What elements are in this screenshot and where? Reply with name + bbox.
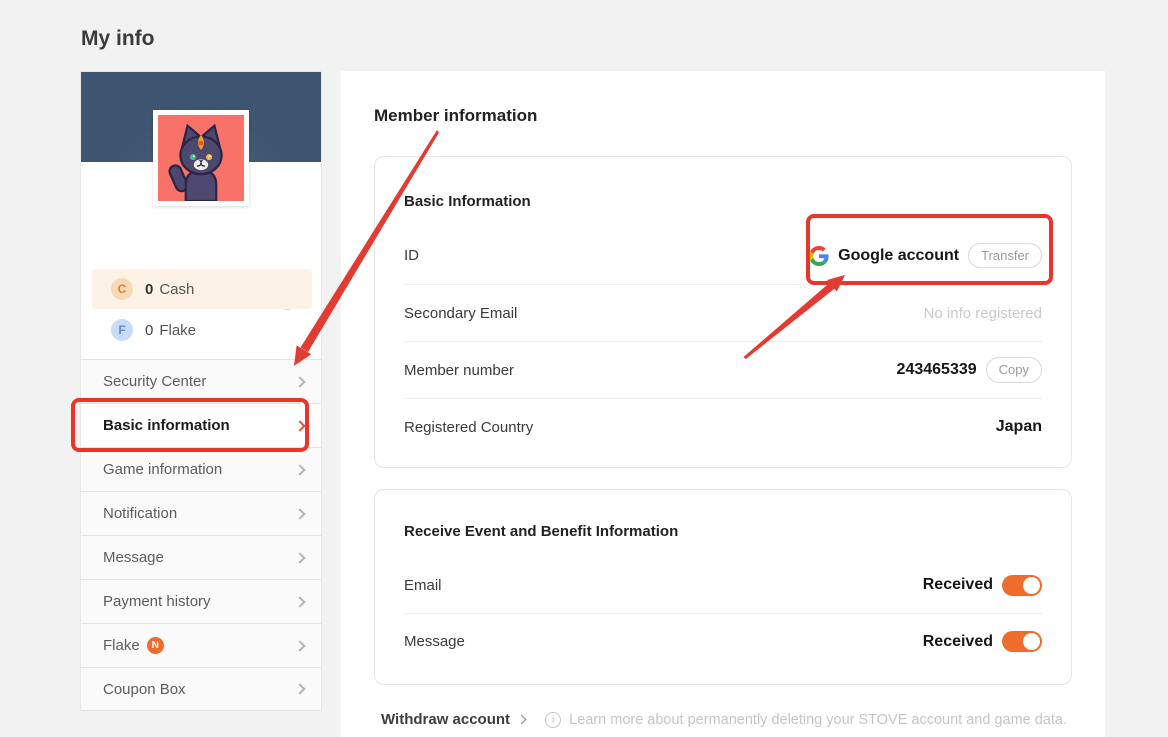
member-number-label: Member number xyxy=(404,361,515,379)
menu-label: Basic information xyxy=(103,417,230,434)
secondary-email-label: Secondary Email xyxy=(404,304,518,322)
flake-label: Flake xyxy=(159,321,197,339)
message-toggle[interactable] xyxy=(1002,631,1042,652)
sidebar-item-security-center[interactable]: Security Center xyxy=(81,359,321,403)
flake-balance-row[interactable]: F 0 Flake xyxy=(92,312,312,348)
cat-avatar-illustration xyxy=(158,115,244,201)
flake-icon: F xyxy=(111,319,133,341)
benefit-information-card: Receive Event and Benefit Information Em… xyxy=(374,489,1072,685)
sidebar-item-notification[interactable]: Notification xyxy=(81,491,321,535)
toggle-knob xyxy=(1023,576,1040,594)
registered-country-label: Registered Country xyxy=(404,418,534,436)
withdraw-info-message: Learn more about permanently deleting yo… xyxy=(569,711,1067,728)
chevron-right-icon xyxy=(294,419,306,432)
page-title: My info xyxy=(81,27,155,50)
email-benefit-row: Email Received xyxy=(404,557,1042,613)
cash-icon: C xyxy=(111,278,133,300)
sidebar-item-coupon-box[interactable]: Coupon Box xyxy=(81,667,321,711)
copy-button[interactable]: Copy xyxy=(985,357,1042,383)
chevron-right-icon xyxy=(294,639,306,652)
sidebar-item-basic-information[interactable]: Basic information xyxy=(81,403,321,447)
sidebar-item-message[interactable]: Message xyxy=(81,535,321,579)
cash-label: Cash xyxy=(159,280,195,298)
member-number-value: 243465339 xyxy=(896,361,977,378)
cash-amount: 0 xyxy=(145,280,154,298)
menu-label: Game information xyxy=(103,461,223,478)
google-icon xyxy=(809,245,829,266)
id-label: ID xyxy=(404,247,419,264)
id-provider: Google account xyxy=(838,246,960,264)
secondary-email-value: No info registered xyxy=(923,304,1042,322)
section-heading: Member information xyxy=(374,106,538,125)
profile-sidebar: S1761105473540111 ⚙ C 0 Cash F 0 Flake S… xyxy=(80,71,322,711)
chevron-right-icon xyxy=(294,595,306,608)
chevron-right-icon xyxy=(516,714,527,725)
id-row: ID Google account Transfer xyxy=(404,227,1042,284)
registered-country-value: Japan xyxy=(995,418,1042,435)
sidebar-item-payment-history[interactable]: Payment history xyxy=(81,579,321,623)
menu-label: Payment history xyxy=(103,593,211,610)
cash-balance-row[interactable]: C 0 Cash xyxy=(92,269,312,309)
message-status: Received xyxy=(922,632,993,650)
email-status: Received xyxy=(922,576,993,593)
flake-amount: 0 xyxy=(145,321,154,339)
withdraw-account-row: Withdraw account i Learn more about perm… xyxy=(381,711,1073,728)
message-benefit-row: Message Received xyxy=(404,613,1042,669)
card-title: Receive Event and Benefit Information xyxy=(404,523,679,540)
chevron-right-icon xyxy=(294,683,306,695)
menu-label: Notification xyxy=(103,505,178,522)
chevron-right-icon xyxy=(294,551,306,564)
chevron-right-icon xyxy=(294,463,306,476)
sidebar-menu: Security Center Basic information Game i… xyxy=(81,359,321,711)
withdraw-account-link[interactable]: Withdraw account xyxy=(381,711,527,728)
basic-information-card: Basic Information ID Google account Tran… xyxy=(374,156,1072,468)
menu-label: Security Center xyxy=(103,373,207,390)
email-label: Email xyxy=(404,576,442,594)
new-badge: N xyxy=(146,637,164,654)
registered-country-row: Registered Country Japan xyxy=(404,398,1042,455)
message-label: Message xyxy=(404,633,465,650)
secondary-email-row: Secondary Email No info registered xyxy=(404,284,1042,341)
avatar xyxy=(153,110,249,206)
card-title: Basic Information xyxy=(404,193,531,210)
withdraw-account-label: Withdraw account xyxy=(381,711,511,728)
sidebar-item-game-information[interactable]: Game information xyxy=(81,447,321,491)
info-icon: i xyxy=(545,711,562,728)
menu-label: Message xyxy=(103,549,164,566)
menu-label: Flake xyxy=(103,637,140,654)
menu-label: Coupon Box xyxy=(103,680,186,698)
sidebar-item-flake[interactable]: Flake N xyxy=(81,623,321,667)
toggle-knob xyxy=(1023,633,1040,650)
withdraw-info-text: i Learn more about permanently deleting … xyxy=(545,711,1073,728)
chevron-right-icon xyxy=(294,507,306,520)
chevron-right-icon xyxy=(294,375,306,388)
member-number-row: Member number 243465339 Copy xyxy=(404,341,1042,398)
email-toggle[interactable] xyxy=(1002,574,1042,596)
member-information-panel: Member information Basic Information ID … xyxy=(341,71,1105,737)
transfer-button[interactable]: Transfer xyxy=(968,242,1042,269)
